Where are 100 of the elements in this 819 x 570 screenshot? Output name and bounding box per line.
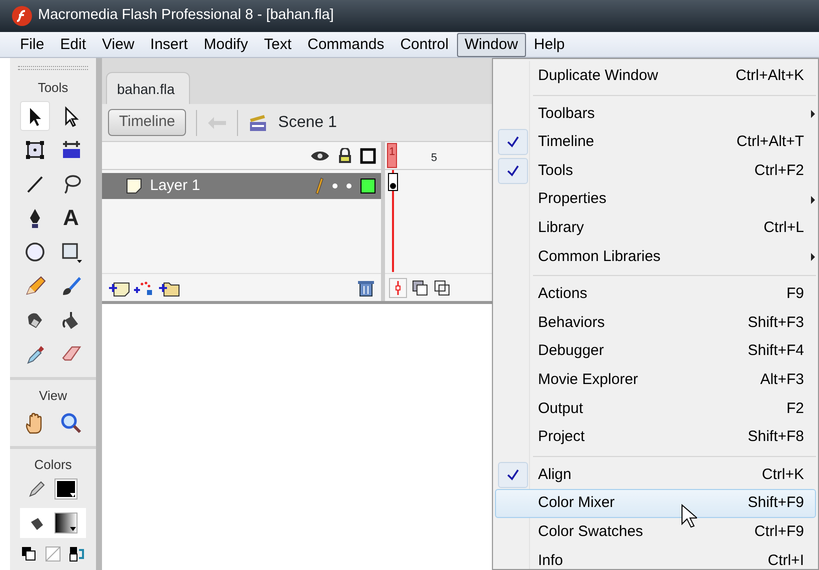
menu-entry-label: Color Mixer <box>538 493 616 514</box>
menu-entry[interactable]: Common Libraries <box>495 242 816 272</box>
onion-outline-icon[interactable] <box>433 278 451 296</box>
zoom-icon <box>60 412 82 434</box>
layer-row[interactable]: Layer 1 <box>102 173 381 199</box>
shortcut-label: F9 <box>786 284 804 304</box>
fill-color-swatch[interactable] <box>54 512 78 534</box>
gradient-transform-icon <box>60 138 82 160</box>
pencil-icon <box>24 274 46 296</box>
shortcut-label: Ctrl+Alt+K <box>736 66 804 86</box>
menu-entry[interactable]: Align Ctrl+K <box>495 460 816 490</box>
menu-entry-label: Info <box>538 550 564 570</box>
shortcut-label: Shift+F3 <box>748 312 804 333</box>
menu-entry[interactable]: Duplicate Window Ctrl+Alt+K <box>495 62 816 91</box>
menu-item[interactable]: Help <box>526 32 573 56</box>
onion-skin-icon[interactable] <box>411 278 429 296</box>
trash-icon[interactable] <box>357 278 375 296</box>
scene-clapper-icon <box>248 112 268 132</box>
menu-item[interactable]: Text <box>256 32 300 56</box>
shortcut-label: Shift+F9 <box>748 493 804 514</box>
window-title: Macromedia Flash Professional 8 - [bahan.fla] <box>38 6 334 26</box>
stroke-color-swatch[interactable] <box>54 478 78 500</box>
rectangle-icon <box>60 240 82 262</box>
mouse-cursor-icon <box>681 504 697 528</box>
shortcut-label: Ctrl+Alt+T <box>736 132 804 152</box>
oval-icon <box>24 240 46 262</box>
menu-entry-label: Project <box>538 427 586 448</box>
menu-entry-label: Library <box>538 218 585 238</box>
menu-entry[interactable]: Toolbars <box>495 100 816 128</box>
brush-icon <box>60 274 82 296</box>
menu-entry-label: Debugger <box>538 341 605 362</box>
menu-entry[interactable]: Color Swatches Ctrl+F9 <box>495 518 816 546</box>
menu-entry[interactable]: Output F2 <box>495 394 816 424</box>
menu-entry-label: Output <box>538 398 584 419</box>
section-heading: Tools <box>38 79 68 97</box>
layer-page-icon <box>126 178 142 194</box>
document-tab[interactable]: bahan.fla <box>106 72 190 104</box>
pencil-icon <box>314 177 324 195</box>
default-colors-icon[interactable] <box>21 546 37 562</box>
menu-entry[interactable]: Project Shift+F8 <box>495 423 816 452</box>
eye-icon[interactable] <box>310 148 330 162</box>
swap-colors-icon[interactable] <box>69 546 85 562</box>
menu-entry[interactable]: Actions F9 <box>495 280 816 309</box>
lock-icon[interactable] <box>338 148 352 164</box>
shortcut-label: Ctrl+F2 <box>754 160 804 181</box>
menu-entry[interactable]: Movie Explorer Alt+F3 <box>495 366 816 395</box>
shortcut-label: Ctrl+L <box>764 218 804 238</box>
menu-item[interactable]: View <box>94 32 142 56</box>
unlocked-dot-icon[interactable] <box>346 183 352 189</box>
free-transform-icon <box>24 138 46 160</box>
visible-dot-icon[interactable] <box>332 183 338 189</box>
menu-entry-label: Behaviors <box>538 312 606 333</box>
frame-number: 1 <box>387 143 397 168</box>
menu-entry-label: Properties <box>538 189 608 210</box>
menu-entry-label: Tools <box>538 160 574 181</box>
menu-item[interactable]: Edit <box>52 32 94 56</box>
menu-entry-label: Common Libraries <box>538 246 662 267</box>
menu-entry-label: Color Swatches <box>538 522 644 542</box>
timeline-button[interactable]: Timeline <box>108 109 186 136</box>
section-heading: Colors <box>34 456 72 474</box>
scene-label: Scene 1 <box>278 112 337 132</box>
menu-item[interactable]: Control <box>392 32 457 56</box>
shortcut-label: Ctrl+K <box>762 464 804 485</box>
center-frame-icon[interactable] <box>389 278 407 298</box>
shortcut-label: Ctrl+F9 <box>754 522 804 542</box>
keyframe-icon <box>388 173 398 191</box>
menu-entry-label: Toolbars <box>538 104 596 124</box>
menu-item[interactable]: Modify <box>196 32 256 56</box>
shortcut-label: Alt+F3 <box>760 370 804 390</box>
menu-entry[interactable]: Info Ctrl+I <box>495 546 816 570</box>
menu-entry[interactable]: Properties <box>495 185 816 214</box>
menu-entry-label: Align <box>538 464 572 485</box>
menu-entry[interactable]: Behaviors Shift+F3 <box>495 308 816 338</box>
menu-item[interactable]: File <box>12 32 52 56</box>
outline-icon[interactable] <box>360 148 376 164</box>
menu-entry-label: Duplicate Window <box>538 66 660 86</box>
menu-item[interactable]: Commands <box>300 32 392 56</box>
menu-item[interactable]: Insert <box>142 32 196 56</box>
add-guide-layer-icon[interactable] <box>133 278 155 296</box>
text-tool-button[interactable]: A <box>56 202 86 232</box>
menu-entry-label: Timeline <box>538 132 596 152</box>
menu-entry[interactable]: Color Mixer Shift+F9 <box>495 489 816 518</box>
no-color-icon[interactable] <box>45 546 61 562</box>
menu-entry[interactable]: Debugger Shift+F4 <box>495 337 816 366</box>
shortcut-label: Shift+F4 <box>748 341 804 362</box>
shortcut-label: F2 <box>786 398 804 419</box>
menu-entry[interactable]: Tools Ctrl+F2 <box>495 156 816 186</box>
section-heading: View <box>39 386 67 404</box>
menu-entry[interactable]: Library Ctrl+L <box>495 214 816 243</box>
tool-button[interactable] <box>20 100 50 130</box>
menu-entry-label: Actions <box>538 284 588 304</box>
frame-number: 5 <box>431 151 438 166</box>
shortcut-label: Shift+F8 <box>748 427 804 448</box>
layer-name: Layer 1 <box>150 176 202 196</box>
app-logo-icon <box>12 6 32 26</box>
menu-entry-label: Movie Explorer <box>538 370 640 390</box>
menu-item[interactable]: Window <box>456 32 526 56</box>
layer-color-icon[interactable] <box>360 178 376 194</box>
menu-entry[interactable]: Timeline Ctrl+Alt+T <box>495 128 816 157</box>
shortcut-label: Ctrl+I <box>768 550 804 570</box>
